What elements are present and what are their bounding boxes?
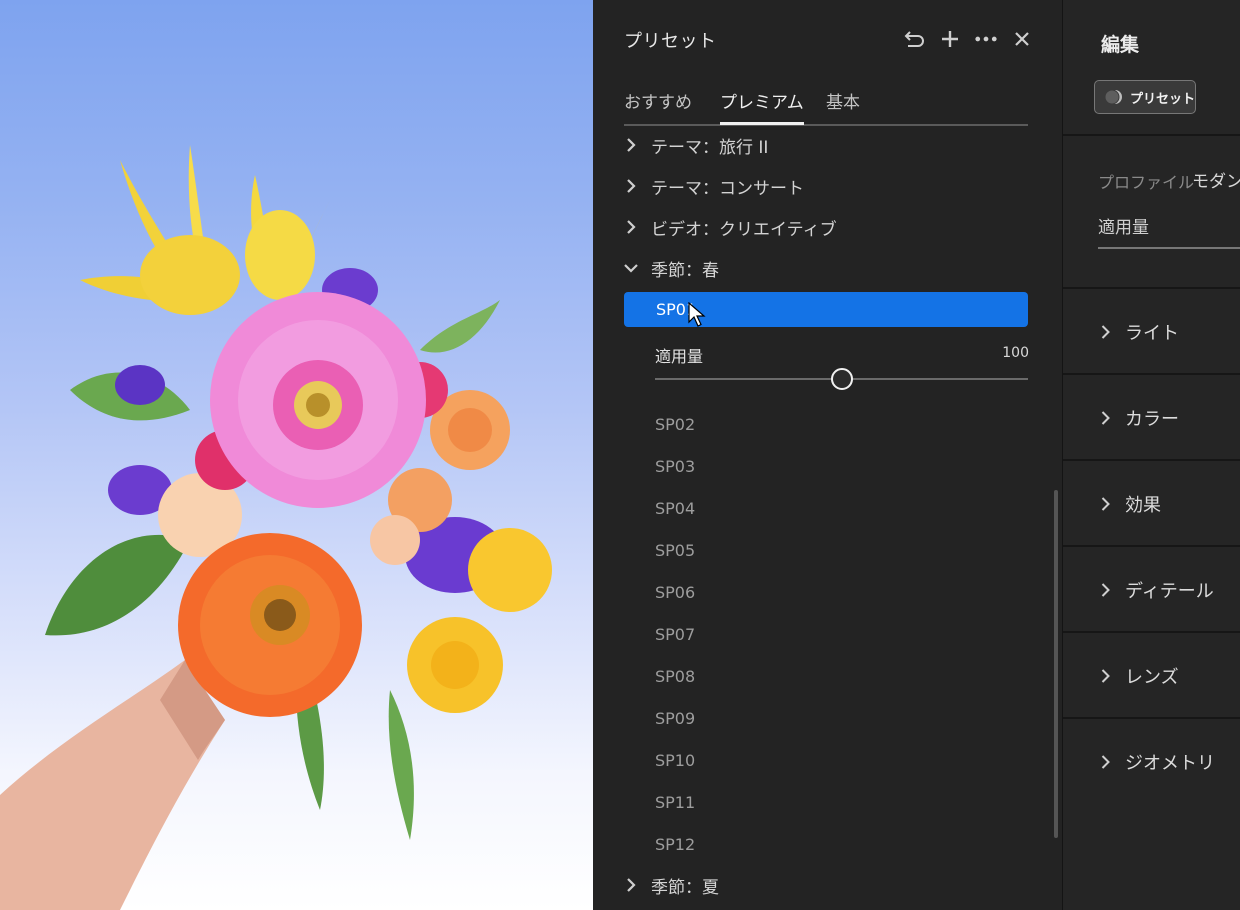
tab-premium[interactable]: プレミアム [720, 88, 804, 125]
section-detail[interactable]: ディテール [1101, 577, 1214, 603]
chevron-right-icon [1101, 583, 1113, 597]
divider [1063, 631, 1240, 633]
edit-panel-title: 編集 [1101, 34, 1140, 56]
group-label: テーマ：旅行 II [651, 137, 769, 158]
section-label: ライト [1125, 323, 1179, 344]
amount-slider-thumb[interactable] [830, 368, 853, 390]
divider [1063, 287, 1240, 289]
divider [1063, 545, 1240, 547]
preset-button[interactable]: プリセット [1094, 80, 1196, 114]
preset-item[interactable]: SP10 [655, 751, 695, 770]
group-theme-concert[interactable]: テーマ：コンサート [624, 171, 804, 201]
preset-item[interactable]: SP07 [655, 625, 695, 644]
section-color[interactable]: カラー [1101, 405, 1179, 431]
chevron-right-icon [1101, 755, 1113, 769]
chevron-down-icon [624, 261, 638, 275]
cursor-icon [688, 302, 706, 327]
preset-panel: プリセット おすすめ プレミアム 基本 テーマ：旅行 II テーマ：コンサート … [593, 0, 1061, 910]
chevron-right-icon [624, 220, 638, 234]
panel-title: プリセット [624, 31, 717, 52]
chevron-right-icon [624, 878, 638, 892]
preset-item[interactable]: SP05 [655, 541, 695, 560]
group-label: 季節：春 [651, 260, 719, 281]
preset-icon [1104, 87, 1124, 107]
chevron-right-icon [624, 138, 638, 152]
group-label: ビデオ：クリエイティブ [651, 219, 837, 240]
section-light[interactable]: ライト [1101, 319, 1179, 345]
preset-item[interactable]: SP11 [655, 793, 695, 812]
chevron-right-icon [1101, 325, 1113, 339]
undo-icon[interactable] [903, 28, 925, 50]
preset-tabs: おすすめ プレミアム 基本 [624, 84, 1028, 126]
group-label: テーマ：コンサート [651, 178, 804, 199]
preset-button-label: プリセット [1130, 91, 1196, 107]
panel-header-actions [903, 28, 1033, 50]
preset-item[interactable]: SP12 [655, 835, 695, 854]
chevron-right-icon [1101, 497, 1113, 511]
chevron-right-icon [1101, 669, 1113, 683]
section-effects[interactable]: 効果 [1101, 491, 1161, 517]
divider [1063, 373, 1240, 375]
preset-item[interactable]: SP03 [655, 457, 695, 476]
section-label: ディテール [1125, 581, 1214, 602]
divider [1063, 134, 1240, 136]
plus-icon[interactable] [939, 28, 961, 50]
tab-basic[interactable]: 基本 [826, 88, 860, 113]
section-lens[interactable]: レンズ [1101, 663, 1179, 689]
section-geometry[interactable]: ジオメトリ [1101, 749, 1215, 775]
group-video-creative[interactable]: ビデオ：クリエイティブ [624, 212, 837, 242]
edit-amount-label: 適用量 [1098, 218, 1149, 238]
section-label: 効果 [1125, 495, 1161, 516]
preset-list-scrollbar[interactable] [1054, 490, 1058, 838]
edit-panel: 編集 プリセット プロファイル モダン 適用量 ライト カラー 効果 ディテール… [1062, 0, 1240, 910]
more-icon[interactable] [975, 28, 997, 50]
bouquet-photo [0, 145, 552, 910]
chevron-right-icon [624, 179, 638, 193]
group-season-summer[interactable]: 季節：夏 [624, 870, 719, 900]
preset-item[interactable]: SP06 [655, 583, 695, 602]
profile-value[interactable]: モダン [1192, 167, 1240, 192]
photo-canvas [0, 0, 593, 910]
divider [1063, 459, 1240, 461]
preset-item[interactable]: SP04 [655, 499, 695, 518]
amount-label: 適用量 [655, 347, 704, 366]
section-label: レンズ [1125, 667, 1179, 688]
close-icon[interactable] [1011, 28, 1033, 50]
group-theme-travel-2[interactable]: テーマ：旅行 II [624, 130, 768, 160]
preset-item-selected[interactable]: SP01 [624, 292, 1028, 327]
chevron-right-icon [1101, 411, 1113, 425]
section-label: カラー [1125, 409, 1179, 430]
section-label: ジオメトリ [1125, 753, 1215, 774]
preset-item[interactable]: SP08 [655, 667, 695, 686]
group-season-spring[interactable]: 季節：春 [624, 253, 719, 283]
group-label: 季節：夏 [651, 877, 719, 898]
divider [1063, 717, 1240, 719]
preset-item[interactable]: SP09 [655, 709, 695, 728]
profile-label: プロファイル [1098, 173, 1195, 192]
amount-value: 100 [1002, 345, 1029, 361]
edit-amount-slider[interactable] [1098, 247, 1240, 249]
tab-recommended[interactable]: おすすめ [624, 88, 692, 113]
preset-item[interactable]: SP02 [655, 415, 695, 434]
